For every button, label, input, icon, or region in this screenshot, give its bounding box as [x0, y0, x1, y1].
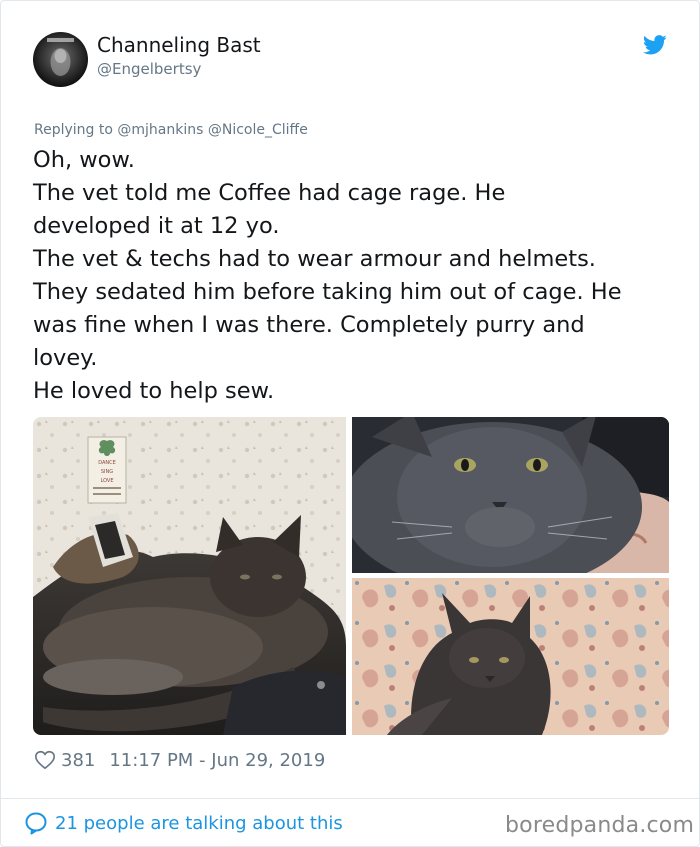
divider	[1, 798, 700, 799]
reply-prefix: Replying to	[34, 122, 113, 138]
media-grid: DANCE SING LOVE	[33, 417, 669, 735]
tweet-line: Oh, wow.	[33, 147, 135, 173]
sign-text-line: SING	[101, 469, 113, 475]
tweet-line: They sedated him before taking him out o…	[33, 279, 622, 305]
tweet-line: was fine when I was there. Completely pu…	[33, 312, 585, 338]
tweet-meta: 381 11:17 PM - Jun 29, 2019	[34, 747, 325, 773]
speech-bubble-icon	[25, 812, 47, 835]
sign-text-line: DANCE	[98, 460, 116, 466]
conversation-link[interactable]: 21 people are talking about this	[24, 810, 343, 836]
twitter-bird-icon[interactable]	[643, 35, 667, 55]
author-display-name[interactable]: Channeling Bast	[97, 33, 261, 57]
conversation-text: 21 people are talking about this	[55, 812, 343, 834]
tweet-line: He loved to help sew.	[33, 378, 275, 404]
reply-context: Replying to @mjhankins @Nicole_Cliffe	[34, 122, 308, 138]
tweet-line: lovey.	[33, 345, 98, 371]
tweet-line: The vet told me Coffee had cage rage. He	[33, 180, 506, 206]
tweet-line: developed it at 12 yo.	[33, 213, 280, 239]
tweet-card: Channeling Bast @Engelbertsy Replying to…	[0, 0, 700, 847]
watermark: boredpanda.com	[505, 813, 695, 838]
sign-text-line: LOVE	[100, 478, 113, 484]
cat-photo-closeup[interactable]	[352, 417, 669, 573]
author-handle[interactable]: @Engelbertsy	[97, 60, 201, 78]
cat-photo-paisley[interactable]	[352, 578, 669, 735]
mention-link[interactable]: @Nicole_Cliffe	[208, 122, 308, 138]
tweet-line: The vet & techs had to wear armour and h…	[33, 246, 596, 272]
heart-icon[interactable]	[34, 749, 56, 771]
mention-link[interactable]: @mjhankins	[117, 122, 203, 138]
cat-photo-lying[interactable]: DANCE SING LOVE	[33, 417, 346, 735]
like-count[interactable]: 381	[61, 750, 95, 771]
tweet-timestamp[interactable]: 11:17 PM - Jun 29, 2019	[109, 750, 325, 771]
tweet-text: Oh, wow. The vet told me Coffee had cage…	[33, 144, 678, 408]
avatar[interactable]	[33, 32, 88, 87]
